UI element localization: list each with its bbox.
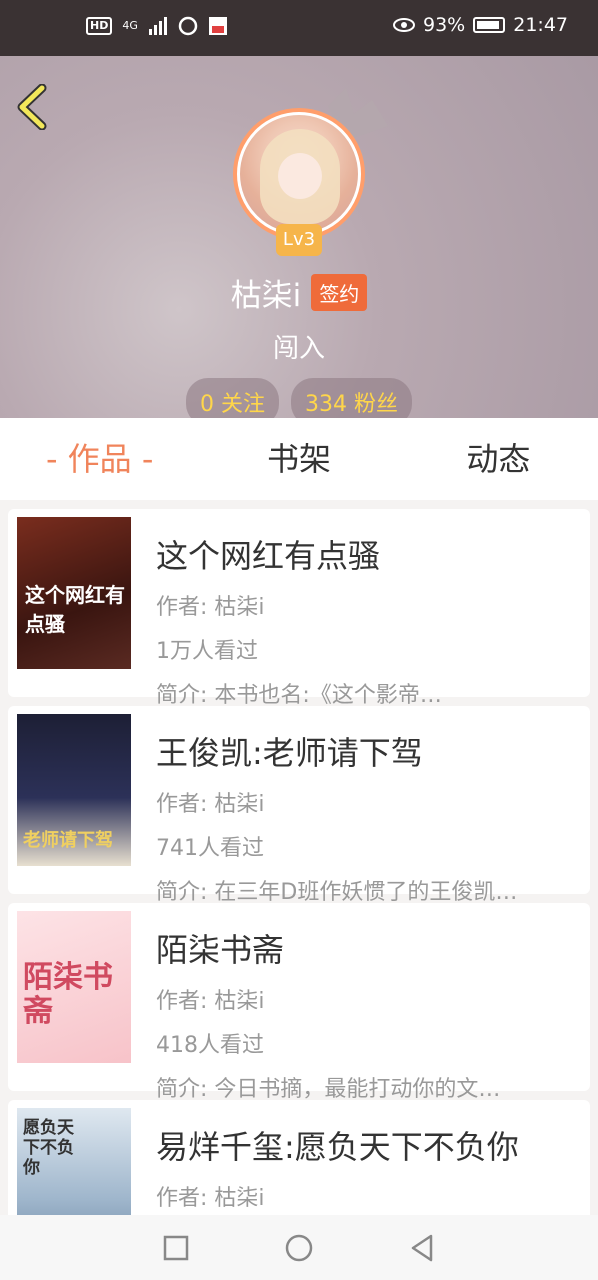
- network-label: 4G: [122, 19, 138, 32]
- book-author: 作者: 枯柒i: [156, 792, 265, 817]
- book-views: 1万人看过: [156, 639, 258, 664]
- book-card[interactable]: 愿负天下不负你 易烊千玺:愿负天下不负你 作者: 枯柒i: [8, 1100, 590, 1215]
- tab-bar: - 作品 - 书架 动态: [0, 418, 598, 500]
- signed-badge: 签约: [311, 274, 368, 311]
- home-button-icon[interactable]: [285, 1234, 313, 1262]
- clock: 21:47: [513, 14, 568, 36]
- book-intro: 简介: 今日书摘，最能打动你的文…: [156, 1077, 501, 1102]
- book-title: 易烊千玺:愿负天下不负你: [156, 1128, 519, 1166]
- signal-icon: [148, 17, 167, 35]
- level-badge: Lv3: [276, 224, 322, 256]
- eye-icon: [393, 18, 415, 32]
- book-title: 这个网红有点骚: [156, 537, 381, 575]
- book-cover: 陌柒书斋: [17, 911, 131, 1063]
- book-views: 418人看过: [156, 1033, 264, 1058]
- book-list: 这个网红有点骚 这个网红有点骚 作者: 枯柒i 1万人看过 简介: 本书也名:《…: [0, 500, 598, 1215]
- avatar[interactable]: [233, 108, 365, 240]
- tab-activity[interactable]: 动态: [399, 418, 598, 500]
- following-button[interactable]: 0 关注: [186, 378, 279, 418]
- book-author: 作者: 枯柒i: [156, 1186, 265, 1211]
- book-card[interactable]: 老师请下驾 王俊凯:老师请下驾 作者: 枯柒i 741人看过 简介: 在三年D班…: [8, 706, 590, 905]
- book-views: 741人看过: [156, 836, 264, 861]
- app-notification-icon: [208, 17, 227, 35]
- battery-percent: 93%: [423, 14, 466, 36]
- book-author: 作者: 枯柒i: [156, 989, 265, 1014]
- profile-header: Lv3 枯柒i 签约 闯入 0 关注 334 粉丝: [0, 56, 598, 418]
- battery-icon: [473, 17, 506, 33]
- status-bar: HD 4G 93% 21:47: [0, 0, 598, 56]
- username: 枯柒i: [230, 278, 302, 314]
- fans-button[interactable]: 334 粉丝: [291, 378, 412, 418]
- tab-bookshelf[interactable]: 书架: [199, 418, 398, 500]
- book-title: 陌柒书斋: [156, 931, 285, 969]
- book-title: 王俊凯:老师请下驾: [156, 734, 423, 772]
- tab-works[interactable]: - 作品 -: [0, 418, 199, 500]
- book-cover: 老师请下驾: [17, 714, 131, 866]
- book-card[interactable]: 陌柒书斋 陌柒书斋 作者: 枯柒i 418人看过 简介: 今日书摘，最能打动你的…: [8, 903, 590, 1102]
- book-intro: 简介: 在三年D班作妖惯了的王俊凯…: [156, 880, 518, 905]
- book-cover: 这个网红有点骚: [17, 517, 131, 669]
- recents-button-icon[interactable]: [163, 1235, 189, 1261]
- book-intro: 简介: 本书也名:《这个影帝…: [156, 683, 442, 708]
- hd-icon: HD: [86, 17, 113, 35]
- netease-icon: [178, 16, 198, 36]
- back-arrow-icon[interactable]: [14, 84, 54, 130]
- avatar-image: [237, 112, 361, 236]
- system-nav-bar: [0, 1215, 598, 1280]
- bio-text: 闯入: [272, 334, 325, 364]
- book-card[interactable]: 这个网红有点骚 这个网红有点骚 作者: 枯柒i 1万人看过 简介: 本书也名:《…: [8, 509, 590, 708]
- book-cover: 愿负天下不负你: [17, 1108, 131, 1215]
- back-button-icon[interactable]: [409, 1234, 435, 1262]
- book-author: 作者: 枯柒i: [156, 595, 265, 620]
